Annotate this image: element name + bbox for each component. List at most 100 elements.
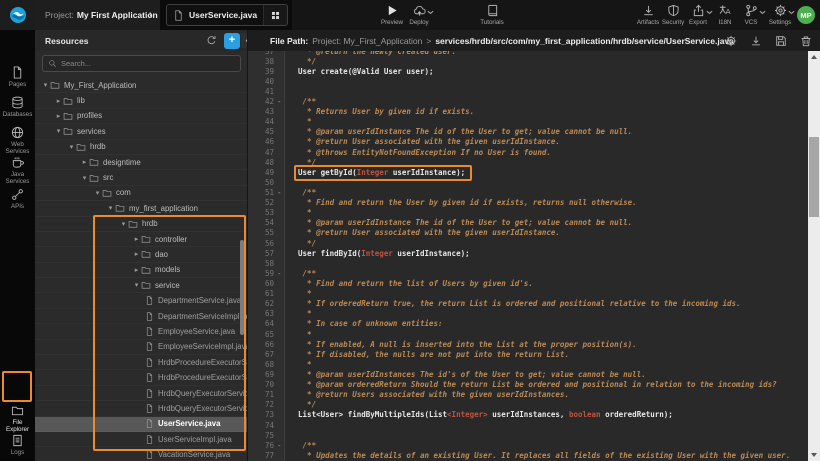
- rail-item-apis[interactable]: APIs: [0, 188, 35, 210]
- save-file-icon[interactable]: [775, 35, 787, 47]
- code-line-56[interactable]: */: [289, 239, 808, 249]
- code-line-47[interactable]: * @throws EntityNotFoundException If no …: [289, 148, 808, 158]
- tree-item-my-first-application[interactable]: ▾my_first_application: [35, 201, 248, 216]
- dashboard-grid-icon[interactable]: [263, 4, 287, 26]
- tree-item-lib[interactable]: ▸lib: [35, 93, 248, 108]
- collapse-arrow-icon[interactable]: ▸: [80, 158, 89, 166]
- code-line-72[interactable]: */: [289, 400, 808, 410]
- collapse-panel-button[interactable]: «: [241, 33, 248, 48]
- tree-item-my-first-application[interactable]: ▾My_First_Application: [35, 78, 248, 93]
- code-line-61[interactable]: *: [289, 289, 808, 299]
- code-line-69[interactable]: * @param userIdInstances The id's of the…: [289, 370, 808, 380]
- app-logo[interactable]: [0, 0, 35, 30]
- tree-item-service[interactable]: ▾service: [35, 278, 248, 293]
- tree-item-hrdb[interactable]: ▾hrdb: [35, 217, 248, 232]
- code-line-77[interactable]: * Updates the details of an existing Use…: [289, 451, 808, 461]
- tree-item-vacationservice-java[interactable]: VacationService.java: [35, 447, 248, 461]
- tree-item-employeeserviceimpl-java[interactable]: EmployeeServiceImpl.java: [35, 340, 248, 355]
- scroll-down-arrow[interactable]: [808, 449, 820, 461]
- code-line-55[interactable]: * @return User associated with the given…: [289, 228, 808, 238]
- fold-marker[interactable]: -: [277, 269, 282, 278]
- rail-item-pages[interactable]: Pages: [0, 66, 35, 88]
- collapse-arrow-icon[interactable]: ▸: [132, 266, 141, 274]
- code-line-59[interactable]: /**: [289, 269, 808, 279]
- code-line-60[interactable]: * Find and return the list of Users by g…: [289, 279, 808, 289]
- fold-marker[interactable]: -: [277, 441, 282, 450]
- tutorials-button[interactable]: Tutorials: [472, 3, 512, 26]
- code-line-70[interactable]: * @param orderedReturn Should the return…: [289, 380, 808, 390]
- tree-item-departmentservice-java[interactable]: DepartmentService.java: [35, 293, 248, 308]
- code-line-54[interactable]: * @param userIdInstance The id of the Us…: [289, 218, 808, 228]
- fold-marker[interactable]: -: [277, 97, 282, 106]
- rail-item-java-services[interactable]: JavaServices: [0, 156, 35, 185]
- expand-arrow-icon[interactable]: ▾: [132, 281, 141, 289]
- expand-arrow-icon[interactable]: ▾: [80, 174, 89, 182]
- code-line-64[interactable]: * In case of unknown entities:: [289, 319, 808, 329]
- code-line-63[interactable]: *: [289, 309, 808, 319]
- tree-item-com[interactable]: ▾com: [35, 186, 248, 201]
- code-line-42[interactable]: /**: [289, 97, 808, 107]
- code-line-40[interactable]: [289, 77, 808, 87]
- code-line-41[interactable]: [289, 87, 808, 97]
- rail-item-databases[interactable]: Databases: [0, 96, 35, 118]
- code-line-45[interactable]: * @param userIdInstance The id of the Us…: [289, 127, 808, 137]
- project-breadcrumb[interactable]: Project: My First Application: [35, 0, 160, 30]
- tree-item-profiles[interactable]: ▸profiles: [35, 109, 248, 124]
- tree-item-hrdb[interactable]: ▾hrdb: [35, 140, 248, 155]
- rail-item-logs[interactable]: Logs: [0, 434, 35, 456]
- tree-item-services[interactable]: ▾services: [35, 124, 248, 139]
- user-avatar[interactable]: MP: [797, 6, 815, 24]
- tree-item-hrdbqueryexecutorserviceimpl-java[interactable]: HrdbQueryExecutorServiceImpl.java: [35, 401, 248, 416]
- code-line-44[interactable]: *: [289, 117, 808, 127]
- scrollbar-thumb[interactable]: [809, 137, 819, 217]
- code-line-58[interactable]: [289, 259, 808, 269]
- rail-item-file-explorer[interactable]: FileExplorer: [0, 404, 35, 433]
- code-editor[interactable]: 373839404142-434445464748495051-52535455…: [248, 51, 820, 461]
- code-line-68[interactable]: *: [289, 360, 808, 370]
- expand-arrow-icon[interactable]: ▾: [67, 143, 76, 151]
- code-line-48[interactable]: */: [289, 158, 808, 168]
- code-line-43[interactable]: * Returns User by given id if exists.: [289, 107, 808, 117]
- file-settings-gear-icon[interactable]: [725, 35, 737, 47]
- search-box[interactable]: Search...: [42, 55, 241, 72]
- collapse-arrow-icon[interactable]: ▸: [132, 250, 141, 258]
- collapse-arrow-icon[interactable]: ▸: [54, 112, 63, 120]
- tree-item-hrdbprocedureexecutorservice-java[interactable]: HrdbProcedureExecutorService.java: [35, 355, 248, 370]
- code-line-73[interactable]: List<User> findByMultipleIds(List<Intege…: [289, 410, 808, 420]
- tree-item-dao[interactable]: ▸dao: [35, 247, 248, 262]
- code-line-66[interactable]: * If enabled, A null is inserted into th…: [289, 340, 808, 350]
- code-line-52[interactable]: * Find and return the User by given id i…: [289, 198, 808, 208]
- settings-button[interactable]: Settings: [760, 3, 800, 26]
- delete-file-icon[interactable]: [800, 35, 812, 47]
- tree-item-userserviceimpl-java[interactable]: UserServiceImpl.java: [35, 432, 248, 447]
- tree-item-employeeservice-java[interactable]: EmployeeService.java: [35, 324, 248, 339]
- code-line-62[interactable]: * If orderedReturn true, the return List…: [289, 299, 808, 309]
- download-file-icon[interactable]: [750, 35, 762, 47]
- tree-item-src[interactable]: ▾src: [35, 170, 248, 185]
- collapse-arrow-icon[interactable]: ▸: [132, 235, 141, 243]
- tab-userservice-java[interactable]: UserService.java: [166, 4, 288, 26]
- add-resource-button[interactable]: +: [224, 33, 240, 49]
- code-line-65[interactable]: *: [289, 330, 808, 340]
- editor-scrollbar[interactable]: [808, 51, 820, 461]
- deploy-button[interactable]: Deploy: [399, 3, 439, 26]
- tree-item-hrdbqueryexecutorservice-java[interactable]: HrdbQueryExecutorService.java: [35, 386, 248, 401]
- collapse-arrow-icon[interactable]: ▸: [54, 97, 63, 105]
- panel-scrollbar[interactable]: [240, 240, 244, 335]
- tree-item-controller[interactable]: ▸controller: [35, 232, 248, 247]
- code-line-74[interactable]: [289, 421, 808, 431]
- code-line-57[interactable]: User findById(Integer userIdInstance);: [289, 249, 808, 259]
- rail-item-web-services[interactable]: WebServices: [0, 126, 35, 155]
- code-line-76[interactable]: /**: [289, 441, 808, 451]
- code-line-50[interactable]: [289, 178, 808, 188]
- fold-marker[interactable]: -: [277, 188, 282, 197]
- expand-arrow-icon[interactable]: ▾: [106, 204, 115, 212]
- tree-item-models[interactable]: ▸models: [35, 263, 248, 278]
- code-line-75[interactable]: [289, 431, 808, 441]
- expand-arrow-icon[interactable]: ▾: [54, 127, 63, 135]
- code-line-51[interactable]: /**: [289, 188, 808, 198]
- code-line-46[interactable]: * @return User associated with the given…: [289, 137, 808, 147]
- tree-item-hrdbprocedureexecutorserviceimpl-java[interactable]: HrdbProcedureExecutorServiceImpl.java: [35, 370, 248, 385]
- expand-arrow-icon[interactable]: ▾: [41, 81, 50, 89]
- code-line-38[interactable]: */: [289, 57, 808, 67]
